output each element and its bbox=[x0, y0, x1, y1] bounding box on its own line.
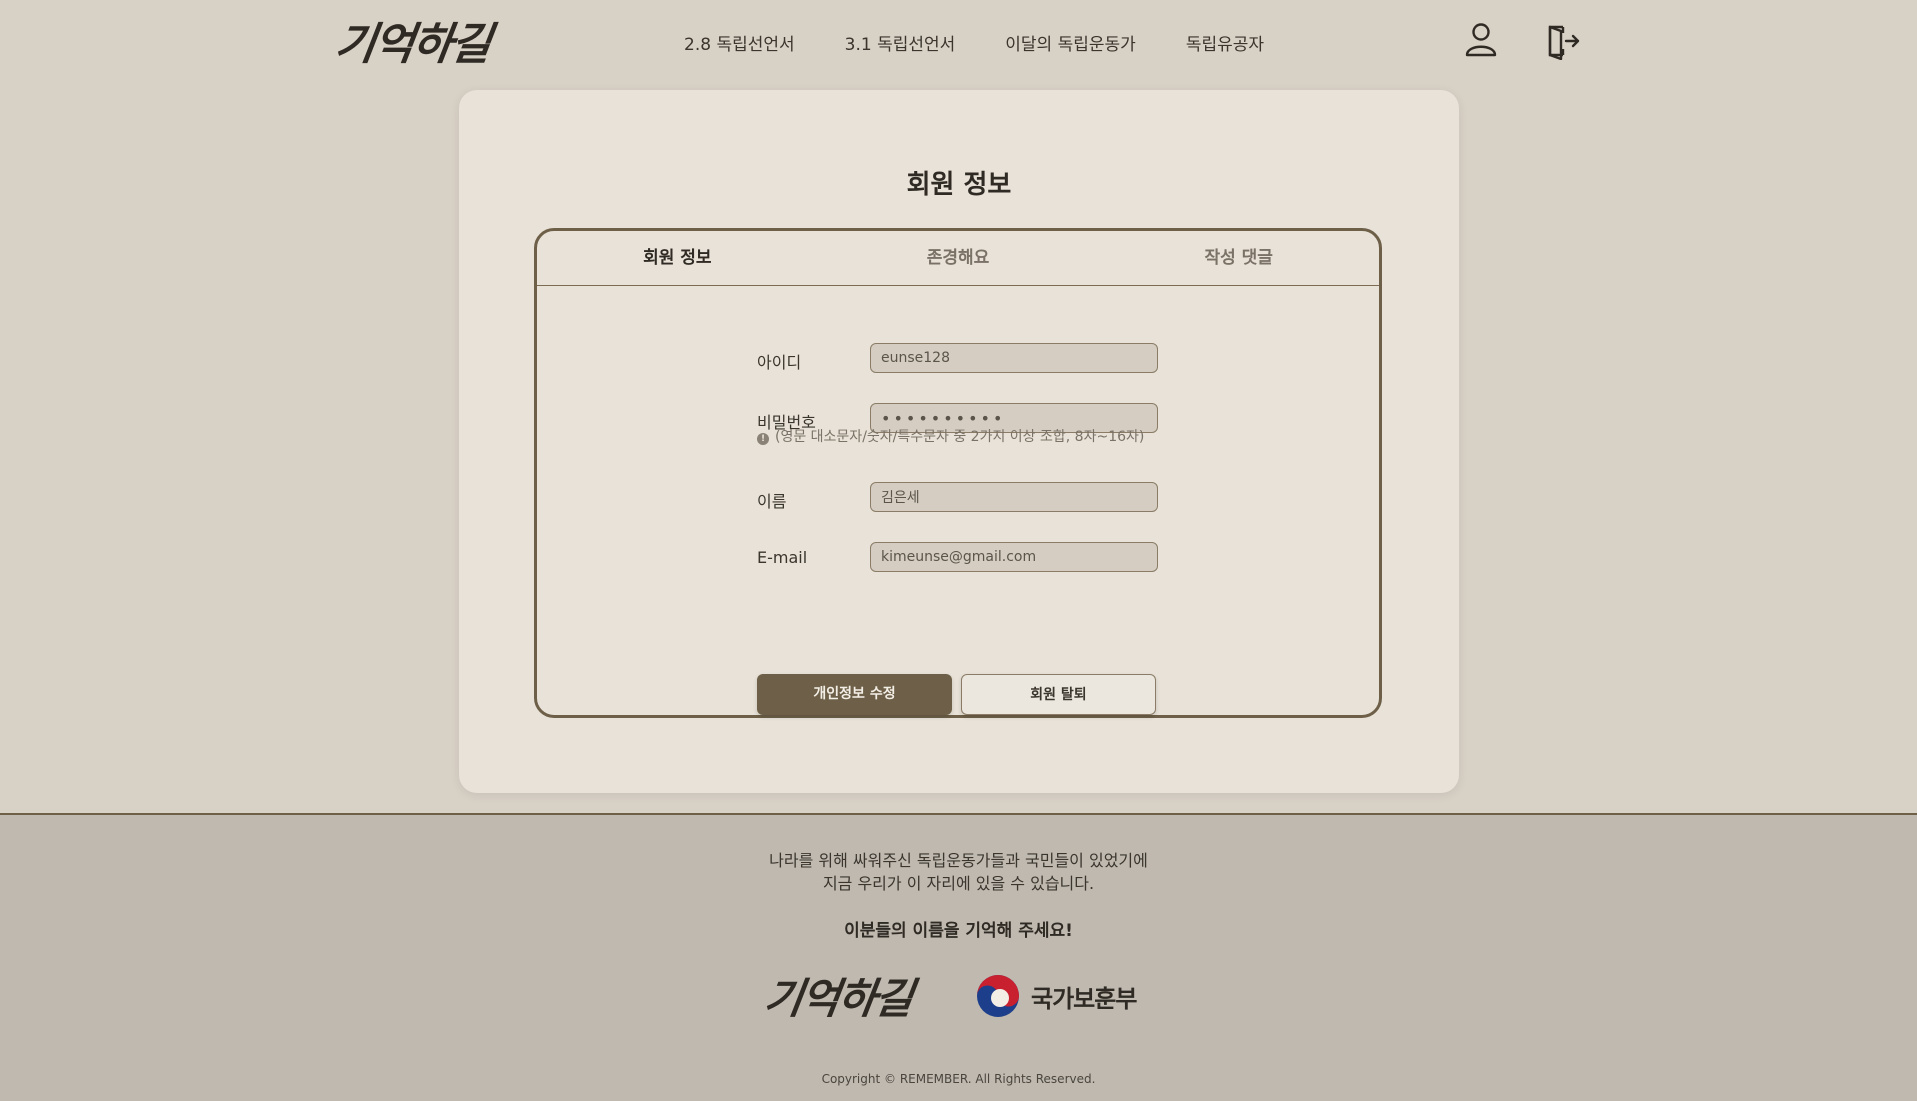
info-icon: ! bbox=[757, 433, 769, 445]
email-label: E-mail bbox=[757, 548, 808, 567]
tab-my-comments[interactable]: 작성 댓글 bbox=[1098, 231, 1379, 285]
password-hint: ! (영문 대소문자/숫자/특수문자 중 2가지 이상 조합, 8자~16자) bbox=[757, 426, 1144, 446]
copyright: Copyright © REMEMBER. All Rights Reserve… bbox=[821, 1072, 1096, 1086]
user-icon[interactable] bbox=[1463, 20, 1499, 60]
tab-member-info[interactable]: 회원 정보 bbox=[537, 231, 818, 285]
tab-respect[interactable]: 존경해요 bbox=[818, 231, 1099, 285]
name-label: 이름 bbox=[757, 492, 787, 511]
footer-emphasis: 이분들의 이름을 기억해 주세요! bbox=[844, 921, 1073, 941]
edit-profile-button[interactable]: 개인정보 수정 bbox=[757, 674, 952, 715]
email-row: E-mail bbox=[757, 542, 1177, 572]
main-nav: 2.8 독립선언서 3.1 독립선언서 이달의 독립운동가 독립유공자 bbox=[684, 30, 1314, 55]
id-row: 아이디 bbox=[757, 343, 1177, 373]
profile-panel: 회원 정보 존경해요 작성 댓글 아이디 비밀번호 !(영문 대소문자/숫자/특… bbox=[534, 228, 1382, 718]
gov-name: 국가보훈부 bbox=[1031, 984, 1137, 1013]
logo-text: 기억하길 bbox=[331, 19, 493, 70]
logout-icon[interactable] bbox=[1545, 20, 1581, 61]
header: 기억하길 2.8 독립선언서 3.1 독립선언서 이달의 독립운동가 독립유공자 bbox=[0, 0, 1917, 86]
nav-item-31-declaration[interactable]: 3.1 독립선언서 bbox=[845, 30, 956, 55]
name-row: 이름 bbox=[757, 482, 1177, 512]
nav-item-patriots[interactable]: 독립유공자 bbox=[1186, 30, 1264, 55]
gov-logo: 국가보훈부 bbox=[975, 973, 1137, 1019]
footer: 나라를 위해 싸워주신 독립운동가들과 국민들이 있었기에 지금 우리가 이 자… bbox=[0, 813, 1917, 1101]
footer-line-2: 지금 우리가 이 자리에 있을 수 있습니다. bbox=[822, 874, 1095, 893]
page-title: 회원 정보 bbox=[906, 170, 1012, 200]
id-label: 아이디 bbox=[757, 353, 802, 372]
footer-line-1: 나라를 위해 싸워주신 독립운동가들과 국민들이 있었기에 bbox=[769, 851, 1148, 870]
site-logo[interactable]: 기억하길 bbox=[332, 8, 542, 70]
id-field[interactable] bbox=[870, 343, 1158, 373]
footer-logo: 기억하길 bbox=[761, 965, 914, 1026]
taegeuk-icon bbox=[977, 975, 1019, 1017]
password-hint-text: (영문 대소문자/숫자/특수문자 중 2가지 이상 조합, 8자~16자) bbox=[775, 429, 1145, 445]
nav-item-28-declaration[interactable]: 2.8 독립선언서 bbox=[684, 30, 795, 55]
withdraw-button[interactable]: 회원 탈퇴 bbox=[961, 674, 1156, 715]
footer-logos: 기억하길 국가보훈부 bbox=[761, 965, 1145, 1023]
profile-card: 회원 정보 회원 정보 존경해요 작성 댓글 아이디 비밀번호 !(영문 대소문… bbox=[459, 90, 1459, 793]
tab-bar: 회원 정보 존경해요 작성 댓글 bbox=[537, 231, 1379, 286]
name-field[interactable] bbox=[870, 482, 1158, 512]
email-field[interactable] bbox=[870, 542, 1158, 572]
footer-logo-text: 기억하길 bbox=[761, 974, 915, 1023]
nav-item-activist-of-month[interactable]: 이달의 독립운동가 bbox=[1005, 30, 1136, 55]
